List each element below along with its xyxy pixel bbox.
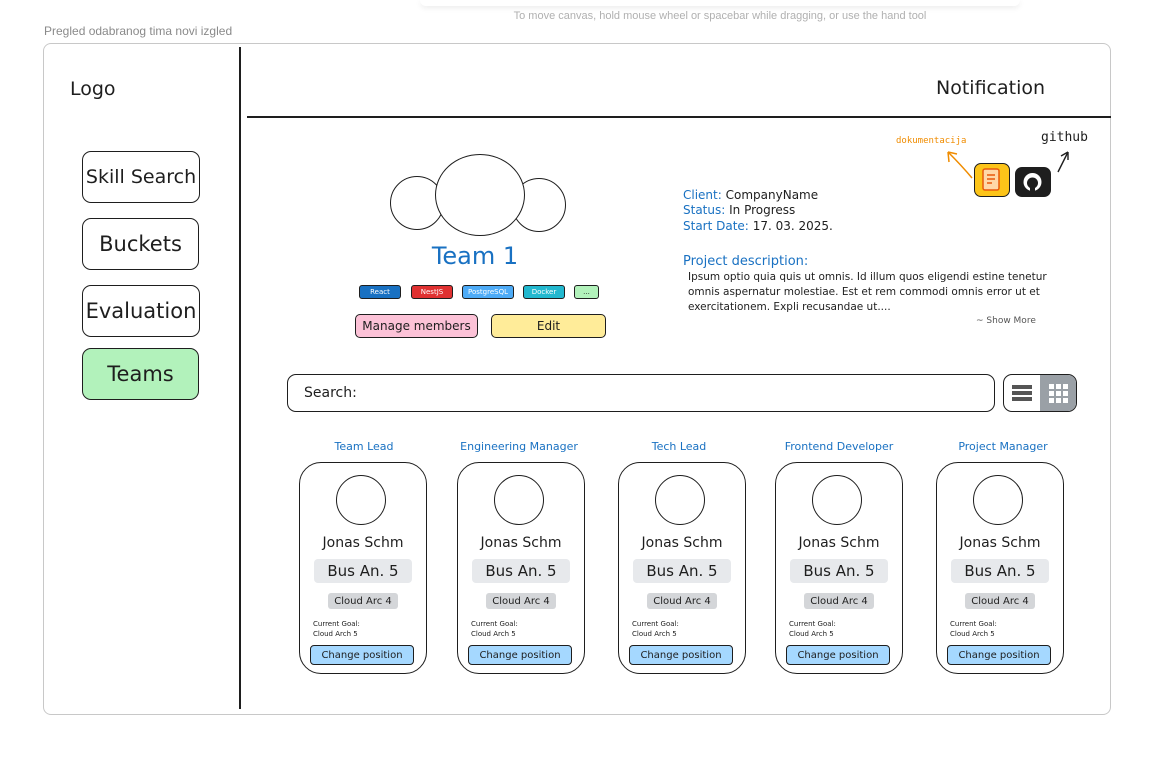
logo[interactable]: Logo <box>70 78 116 100</box>
member-goal: Current Goal: Cloud Arch 5 <box>313 619 360 639</box>
sidebar-item-skill-search[interactable]: Skill Search <box>82 151 200 203</box>
client-info: Client: CompanyName <box>683 188 818 202</box>
search-label: Search: <box>304 385 357 401</box>
member-position: Bus An. 5 <box>314 559 412 583</box>
goal-value: Cloud Arch 5 <box>313 630 358 638</box>
sidebar-item-buckets[interactable]: Buckets <box>82 218 199 270</box>
grid-view-button[interactable] <box>1040 375 1076 411</box>
frame-label[interactable]: Pregled odabranog tima novi izgled <box>44 24 232 38</box>
canvas-hint: To move canvas, hold mouse wheel or spac… <box>513 10 927 22</box>
member-position: Bus An. 5 <box>951 559 1049 583</box>
view-toggle[interactable] <box>1003 374 1077 412</box>
member-position: Bus An. 5 <box>790 559 888 583</box>
goal-label: Current Goal: <box>632 620 679 628</box>
member-card[interactable]: Jonas Schm Bus An. 5 Cloud Arc 4 Current… <box>936 462 1064 674</box>
member-skill: Cloud Arc 4 <box>328 593 398 609</box>
start-date-label: Start Date: <box>683 219 749 233</box>
goal-value: Cloud Arch 5 <box>632 630 677 638</box>
avatar <box>655 475 705 525</box>
grid-icon <box>1049 384 1068 403</box>
sidebar-item-evaluation[interactable]: Evaluation <box>82 285 200 337</box>
member-name: Jonas Schm <box>798 535 880 551</box>
tag-more[interactable]: ... <box>574 285 599 299</box>
show-more-link[interactable]: ~ Show More <box>976 316 1036 326</box>
tag-postgresql[interactable]: PostgreSQL <box>462 285 514 299</box>
status-info: Status: In Progress <box>683 203 795 217</box>
member-name: Jonas Schm <box>322 535 404 551</box>
change-position-button[interactable]: Change position <box>786 645 890 665</box>
change-position-button[interactable]: Change position <box>629 645 733 665</box>
canvas-toolbar-edge <box>420 0 1020 6</box>
search-input[interactable] <box>368 381 972 407</box>
avatar <box>812 475 862 525</box>
project-description: Ipsum optio quia quis ut omnis. Id illum… <box>688 271 1047 313</box>
github-icon[interactable] <box>1015 167 1051 197</box>
tag-react[interactable]: React <box>359 285 401 299</box>
member-position: Bus An. 5 <box>633 559 731 583</box>
member-name: Jonas Schm <box>480 535 562 551</box>
tag-nestjs[interactable]: NestJS <box>411 285 453 299</box>
role-label: Team Lead <box>334 440 394 453</box>
member-name: Jonas Schm <box>959 535 1041 551</box>
avatar <box>336 475 386 525</box>
start-date-info: Start Date: 17. 03. 2025. <box>683 219 833 233</box>
goal-value: Cloud Arch 5 <box>950 630 995 638</box>
list-view-button[interactable] <box>1004 375 1040 411</box>
member-skill: Cloud Arc 4 <box>804 593 874 609</box>
member-skill: Cloud Arc 4 <box>965 593 1035 609</box>
member-card[interactable]: Jonas Schm Bus An. 5 Cloud Arc 4 Current… <box>299 462 427 674</box>
status-value: In Progress <box>729 203 796 217</box>
list-icon <box>1012 385 1032 401</box>
client-value: CompanyName <box>725 188 819 202</box>
client-label: Client: <box>683 188 722 202</box>
goal-label: Current Goal: <box>789 620 836 628</box>
member-goal: Current Goal: Cloud Arch 5 <box>471 619 518 639</box>
team-name: Team 1 <box>431 242 519 270</box>
search-bar[interactable]: Search: <box>287 374 995 412</box>
sidebar-divider <box>239 47 241 709</box>
member-skill: Cloud Arc 4 <box>486 593 556 609</box>
sidebar-item-teams[interactable]: Teams <box>82 348 199 400</box>
avatar <box>494 475 544 525</box>
role-label: Tech Lead <box>651 440 707 453</box>
change-position-button[interactable]: Change position <box>310 645 414 665</box>
goal-label: Current Goal: <box>471 620 518 628</box>
member-goal: Current Goal: Cloud Arch 5 <box>632 619 679 639</box>
role-label: Engineering Manager <box>460 440 578 453</box>
team-avatar-center <box>435 154 525 236</box>
documentation-icon[interactable] <box>974 163 1010 197</box>
avatar <box>973 475 1023 525</box>
member-card[interactable]: Jonas Schm Bus An. 5 Cloud Arc 4 Current… <box>457 462 585 674</box>
member-position: Bus An. 5 <box>472 559 570 583</box>
tag-docker[interactable]: Docker <box>523 285 565 299</box>
goal-value: Cloud Arch 5 <box>789 630 834 638</box>
start-date-value: 17. 03. 2025. <box>752 219 833 233</box>
header-divider <box>247 116 1111 118</box>
change-position-button[interactable]: Change position <box>468 645 572 665</box>
member-goal: Current Goal: Cloud Arch 5 <box>950 619 997 639</box>
status-label: Status: <box>683 203 726 217</box>
role-label: Frontend Developer <box>784 440 894 453</box>
member-goal: Current Goal: Cloud Arch 5 <box>789 619 836 639</box>
project-description-title: Project description: <box>683 254 809 269</box>
notification-link[interactable]: Notification <box>936 77 1045 99</box>
goal-label: Current Goal: <box>313 620 360 628</box>
member-card[interactable]: Jonas Schm Bus An. 5 Cloud Arc 4 Current… <box>618 462 746 674</box>
role-label: Project Manager <box>958 440 1048 453</box>
member-name: Jonas Schm <box>641 535 723 551</box>
goal-label: Current Goal: <box>950 620 997 628</box>
change-position-button[interactable]: Change position <box>947 645 1051 665</box>
manage-members-button[interactable]: Manage members <box>355 314 478 338</box>
edit-button[interactable]: Edit <box>491 314 606 338</box>
goal-value: Cloud Arch 5 <box>471 630 516 638</box>
member-skill: Cloud Arc 4 <box>647 593 717 609</box>
member-card[interactable]: Jonas Schm Bus An. 5 Cloud Arc 4 Current… <box>775 462 903 674</box>
